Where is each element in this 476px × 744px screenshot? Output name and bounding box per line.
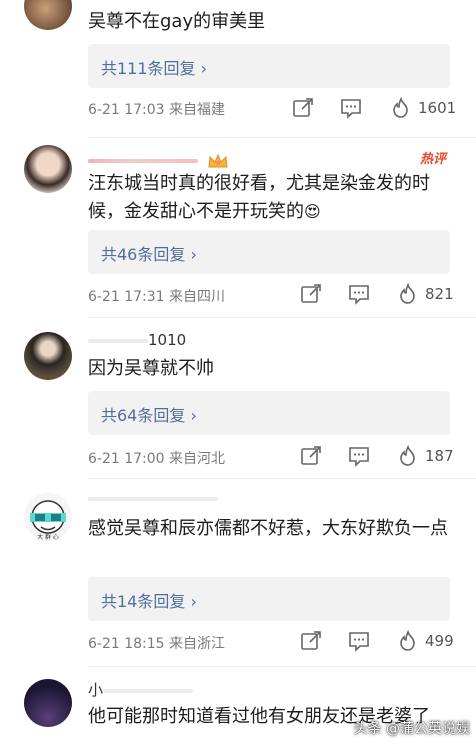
redacted-username (103, 688, 194, 693)
like-button[interactable]: 499 (397, 630, 454, 654)
comment-button[interactable] (340, 97, 362, 121)
comment-text: 感觉吴尊和辰亦儒都不好惹，大东好欺负一点 (88, 518, 448, 539)
like-flame-icon (400, 445, 415, 466)
like-flame-icon (393, 97, 408, 118)
avatar[interactable] (24, 145, 72, 193)
redacted-username (88, 338, 148, 343)
reply-summary-button[interactable]: 共64条回复 › (88, 391, 450, 435)
redacted-username (88, 158, 198, 163)
avatar[interactable]: 大 群 心 (24, 493, 72, 541)
share-button[interactable] (292, 97, 314, 121)
avatar[interactable] (24, 332, 72, 380)
heart-eyes-emoji-icon: 😍 (304, 202, 321, 221)
hot-comment-badge: 热评 (419, 152, 446, 167)
comment-icon (349, 447, 369, 467)
comment-button[interactable] (348, 283, 370, 307)
avatar[interactable] (24, 679, 72, 727)
username[interactable]: 小 (88, 679, 194, 700)
like-flame-icon (400, 630, 415, 651)
avatar[interactable] (24, 0, 72, 30)
comment-1: 吴尊不在gay的审美里 共111条回复 › 6-21 17:03 来自福建 16… (0, 0, 476, 138)
comment-icon (349, 632, 369, 652)
comment-text: 因为吴尊就不帅 (88, 358, 214, 379)
share-button[interactable] (300, 445, 322, 469)
share-icon (301, 284, 321, 303)
username[interactable] (88, 489, 218, 507)
share-icon (301, 631, 321, 650)
reply-summary-button[interactable]: 共14条回复 › (88, 577, 450, 621)
comment-meta: 6-21 17:00 来自河北 (88, 451, 226, 467)
comment-actions: 821 (292, 283, 456, 307)
cartoon-face-icon: 大 群 心 (30, 500, 66, 541)
reply-count-label: 共14条回复 › (101, 592, 197, 611)
like-flame-icon (400, 283, 415, 304)
comment-text: 汪东城当时真的很好看，尤其是染金发的时候，金发甜心不是开玩笑的😍 (88, 173, 430, 222)
comment-meta: 6-21 17:31 来自四川 (88, 289, 226, 305)
redacted-username (88, 496, 218, 501)
like-button[interactable]: 1601 (390, 97, 456, 121)
comment-actions: 1601 (292, 97, 456, 121)
like-button[interactable]: 187 (397, 445, 454, 469)
comment-meta: 6-21 18:15 来自浙江 (88, 636, 226, 652)
comment-button[interactable] (348, 445, 370, 469)
share-button[interactable] (300, 630, 322, 654)
svg-text:大 群 心: 大 群 心 (37, 533, 59, 541)
comment-text: 吴尊不在gay的审美里 (88, 11, 266, 32)
reply-summary-button[interactable]: 共46条回复 › (88, 230, 450, 274)
share-button[interactable] (300, 283, 322, 307)
like-count: 1601 (418, 99, 457, 117)
reply-count-label: 共64条回复 › (101, 406, 197, 425)
comment-3: 1010 因为吴尊就不帅 共64条回复 › 6-21 17:00 来自河北 18… (0, 318, 476, 479)
comment-actions: 499 (292, 630, 456, 654)
comment-actions: 187 (292, 445, 456, 469)
crown-badge-icon (207, 153, 229, 169)
reply-count-label: 共46条回复 › (101, 245, 197, 264)
like-count: 187 (425, 447, 454, 465)
share-icon (293, 98, 313, 117)
like-button[interactable]: 821 (397, 283, 454, 307)
like-count: 821 (425, 285, 454, 303)
share-icon (301, 446, 321, 465)
like-count: 499 (425, 632, 454, 650)
comment-meta: 6-21 17:03 来自福建 (88, 102, 226, 118)
reply-count-label: 共111条回复 › (101, 59, 208, 78)
comment-button[interactable] (348, 630, 370, 654)
username[interactable]: 1010 (88, 331, 186, 349)
reply-summary-button[interactable]: 共111条回复 › (88, 44, 450, 88)
username[interactable] (88, 151, 229, 169)
comment-2: 热评 汪东城当时真的很好看，尤其是染金发的时候，金发甜心不是开玩笑的😍 共46条… (0, 138, 476, 318)
comment-4: 大 群 心 感觉吴尊和辰亦儒都不好惹，大东好欺负一点 共14条回复 › 6-21… (0, 479, 476, 667)
comment-icon (349, 285, 369, 305)
comment-icon (341, 99, 361, 119)
watermark: 头条 @蒲公英说娱 (353, 721, 470, 737)
